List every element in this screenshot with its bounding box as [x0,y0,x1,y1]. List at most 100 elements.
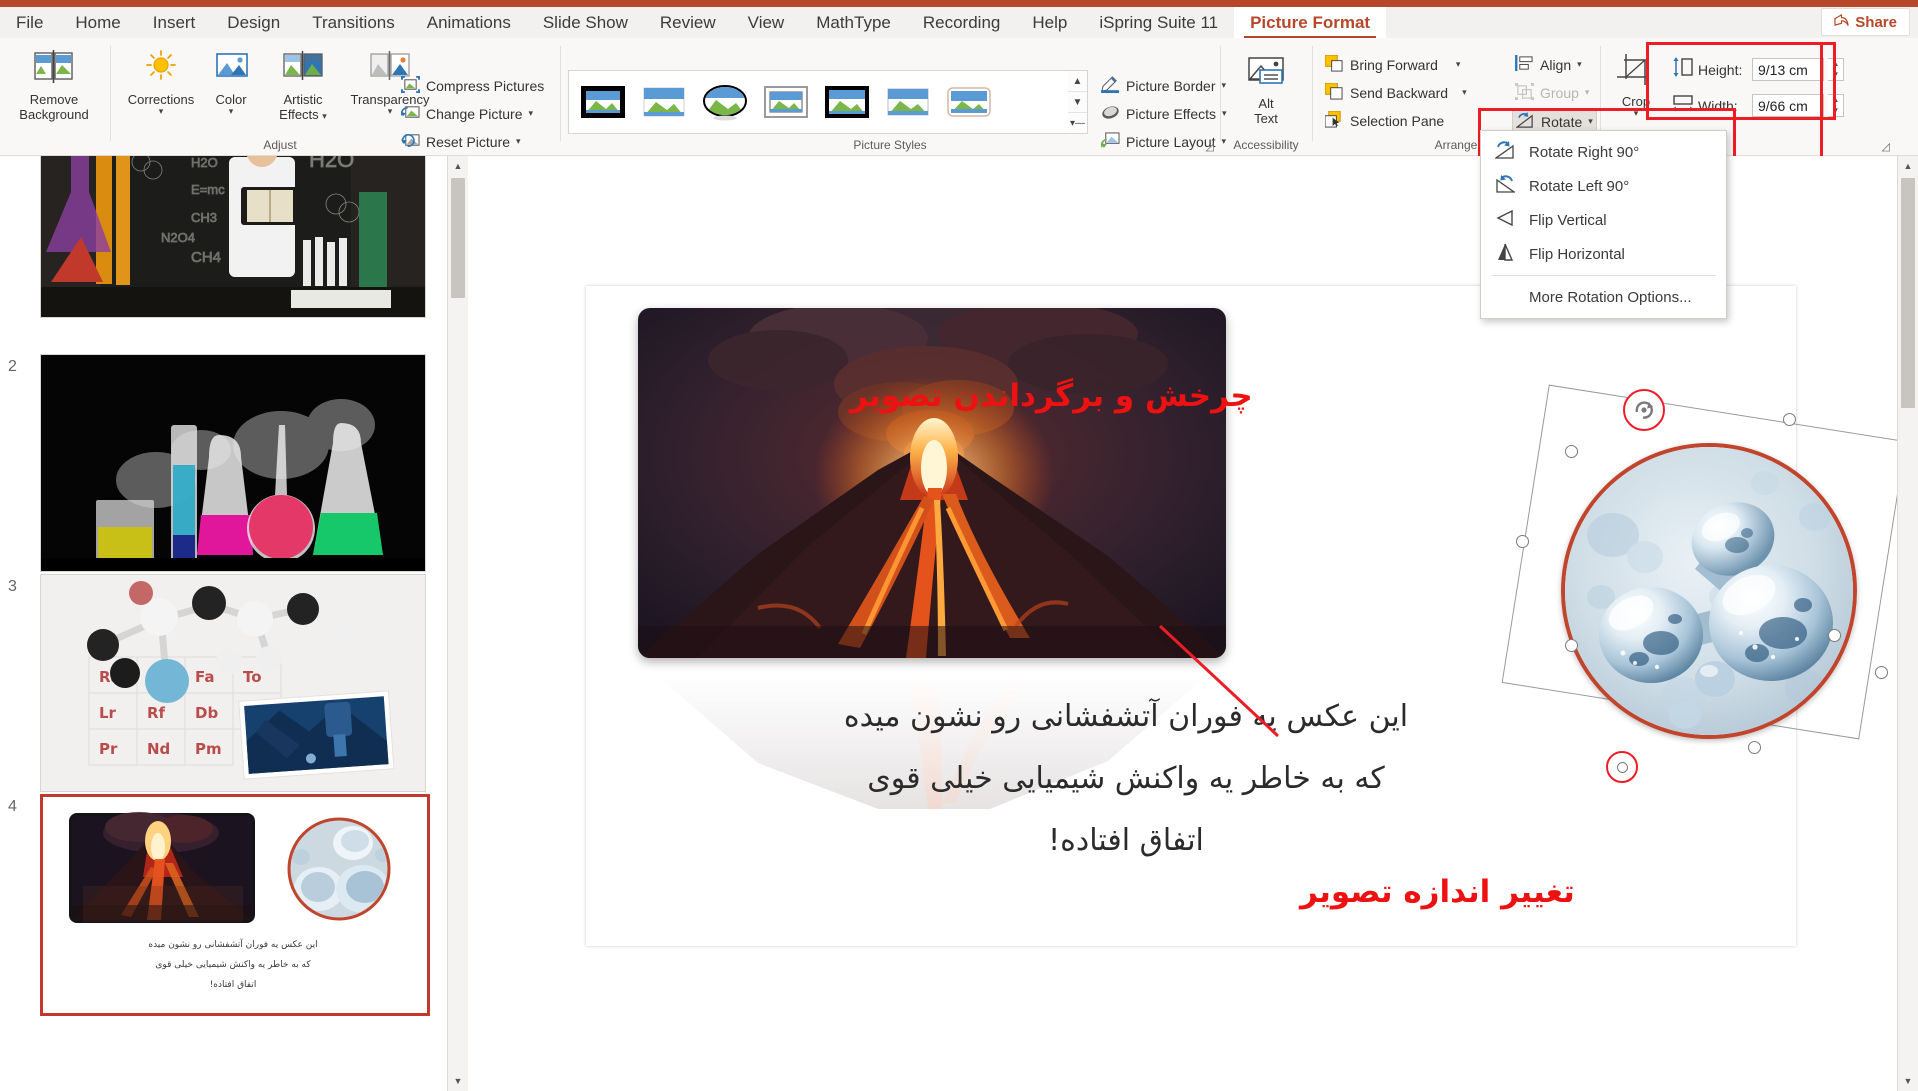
resize-handle-bottom-right[interactable] [1875,666,1888,679]
transparency-chevron-down-icon[interactable]: ▾ [388,107,393,116]
height-input[interactable] [1752,58,1824,81]
menu-item-rotate-right-90[interactable]: Rotate Right 90° [1481,135,1726,169]
resize-handle-left-middle[interactable] [1516,535,1529,548]
tab-slide-show[interactable]: Slide Show [527,7,644,38]
menu-item-rotate-left-90[interactable]: Rotate Left 90° [1481,169,1726,203]
width-input[interactable] [1752,94,1824,117]
bring-forward-button[interactable]: Bring Forward ▾ [1322,52,1470,77]
picture-style-3-oval[interactable] [699,82,751,122]
selected-picture-group[interactable] [1501,384,1907,791]
artistic-effects-chevron-down-icon[interactable]: ▾ [322,111,327,121]
share-button[interactable]: Share [1821,8,1910,36]
slide-body-text[interactable]: این عکس یه فوران آتشفشانی رو نشون میده ک… [626,686,1626,872]
size-dialog-launcher[interactable]: ◿ [1882,140,1890,153]
alt-text-button[interactable]: Alt Text [1223,50,1309,126]
rotate-dropdown-menu[interactable]: Rotate Right 90° Rotate Left 90° Flip Ve… [1480,130,1727,319]
svg-text:که به خاطر یه واکنش شیمیایی خی: که به خاطر یه واکنش شیمیایی خیلی قوی [155,960,311,970]
picture-styles-gallery[interactable] [568,70,1086,134]
change-picture-chevron-down-icon[interactable]: ▾ [529,109,534,118]
resize-handle-top-right[interactable] [1783,413,1796,426]
tab-review[interactable]: Review [644,7,732,38]
slide-scroll-thumb[interactable] [1901,178,1915,408]
send-backward-chevron-down-icon[interactable]: ▾ [1462,88,1467,97]
annotation-resize-label: تغییر اندازه تصویر [1300,874,1575,910]
resize-handle-top-left[interactable] [1565,445,1578,458]
menu-item-flip-horizontal[interactable]: Flip Horizontal [1481,237,1726,271]
bring-forward-chevron-down-icon[interactable]: ▾ [1456,60,1461,69]
align-label: Align [1540,56,1572,73]
slide-area-scrollbar[interactable]: ▲ ▼ [1897,156,1918,1091]
water-molecule-picture[interactable] [1561,443,1857,739]
tab-view[interactable]: View [732,7,801,38]
slide-thumbnail-pane[interactable]: H2O E=mc CH3 N2O4 CH4 H2O 2 3 Ra Fa To L… [0,156,461,1091]
tab-recording[interactable]: Recording [907,7,1017,38]
remove-background-button[interactable]: Remove Background [4,44,104,122]
slide-scroll-down-icon[interactable]: ▼ [1898,1071,1918,1091]
height-spinner[interactable]: ▲ ▼ [1828,58,1844,81]
resize-handle-bottom-left-highlighted[interactable] [1606,751,1638,783]
crop-chevron-down-icon[interactable]: ▾ [1634,109,1639,118]
align-chevron-down-icon[interactable]: ▾ [1577,60,1582,69]
color-button[interactable]: Color ▾ [200,44,262,116]
rotation-handle[interactable] [1623,389,1665,431]
picture-border-button[interactable]: Picture Border ▾ [1098,73,1230,98]
tab-transitions[interactable]: Transitions [296,7,411,38]
picture-effects-button[interactable]: Picture Effects ▾ [1098,101,1230,126]
width-spinner[interactable]: ▲ ▼ [1828,94,1844,117]
thumbnail-scroll-thumb[interactable] [451,178,465,298]
tab-home[interactable]: Home [59,7,136,38]
thumbnail-slide-1[interactable]: H2O E=mc CH3 N2O4 CH4 H2O [40,156,426,318]
picture-style-1[interactable] [577,82,629,122]
selection-pane-button[interactable]: Selection Pane [1322,108,1470,133]
gallery-more-icon[interactable]: ▾— [1068,113,1087,133]
corrections-chevron-down-icon[interactable]: ▾ [159,107,164,116]
size-fields: Height: ▲▼ Width: ▲▼ [1672,56,1844,119]
menu-item-flip-vertical[interactable]: Flip Vertical [1481,203,1726,237]
slide-scroll-up-icon[interactable]: ▲ [1898,156,1918,176]
tab-help[interactable]: Help [1016,7,1083,38]
tab-design[interactable]: Design [211,7,296,38]
color-chevron-down-icon[interactable]: ▾ [229,107,234,116]
gallery-scroll-down-icon[interactable]: ▼ [1068,92,1087,113]
picture-styles-dialog-launcher[interactable]: ◿ [1206,140,1214,153]
menu-item-more-rotation-options-label: More Rotation Options... [1529,288,1692,306]
picture-style-5[interactable] [821,82,873,122]
svg-text:Fa: Fa [195,668,215,686]
menu-item-rotate-right-90-label: Rotate Right 90° [1529,143,1640,161]
rotation-arrow-icon [1635,401,1653,419]
artistic-effects-button[interactable]: Artistic Effects ▾ [266,44,340,122]
thumbnail-slide-4[interactable]: این عکس یه فوران آتشفشانی رو نشون میده ک… [40,794,430,1016]
send-backward-button[interactable]: Send Backward ▾ [1322,80,1470,105]
group-label: Group [1540,84,1579,101]
thumbnail-slide-3[interactable]: RaLuFaTo LrRfDbSg PrNdPm [40,574,426,792]
tab-insert[interactable]: Insert [137,7,212,38]
align-button[interactable]: Align ▾ [1512,52,1597,77]
gallery-scroll-up-icon[interactable]: ▲ [1068,71,1087,92]
tab-picture-format[interactable]: Picture Format [1234,7,1387,39]
tab-animations[interactable]: Animations [411,7,527,38]
artistic-effects-label-2: Effects [279,107,319,122]
tab-file[interactable]: File [0,7,59,38]
thumbnail-scroll-down-icon[interactable]: ▼ [448,1071,468,1091]
resize-handle-bottom-middle[interactable] [1748,741,1761,754]
slide-text-line-2: که به خاطر یه واکنش شیمیایی خیلی قوی [867,761,1385,796]
compress-pictures-button[interactable]: Compress Pictures [398,73,547,98]
resize-handle-mid-left-lower[interactable] [1565,639,1578,652]
picture-style-6[interactable] [882,82,934,122]
picture-style-7[interactable] [943,82,995,122]
rotate-chevron-down-icon[interactable]: ▾ [1588,117,1593,126]
picture-styles-scroll[interactable]: ▲ ▼ ▾— [1068,70,1088,134]
tab-mathtype[interactable]: MathType [800,7,907,38]
change-picture-button[interactable]: Change Picture ▾ [398,101,547,126]
thumbnail-scrollbar[interactable]: ▲ ▼ [447,156,468,1091]
menu-item-more-rotation-options[interactable]: More Rotation Options... [1481,280,1726,314]
resize-handle-right-middle[interactable] [1828,629,1841,642]
thumbnail-slide-2[interactable] [40,354,426,572]
crop-button[interactable]: Crop ▾ [1606,48,1666,118]
picture-style-2[interactable] [638,82,690,122]
picture-style-4[interactable] [760,82,812,122]
thumbnail-scroll-up-icon[interactable]: ▲ [448,156,468,176]
tab-ispring-suite[interactable]: iSpring Suite 11 [1083,7,1234,38]
corrections-button[interactable]: Corrections ▾ [118,44,204,116]
volcano-picture[interactable] [638,308,1226,658]
